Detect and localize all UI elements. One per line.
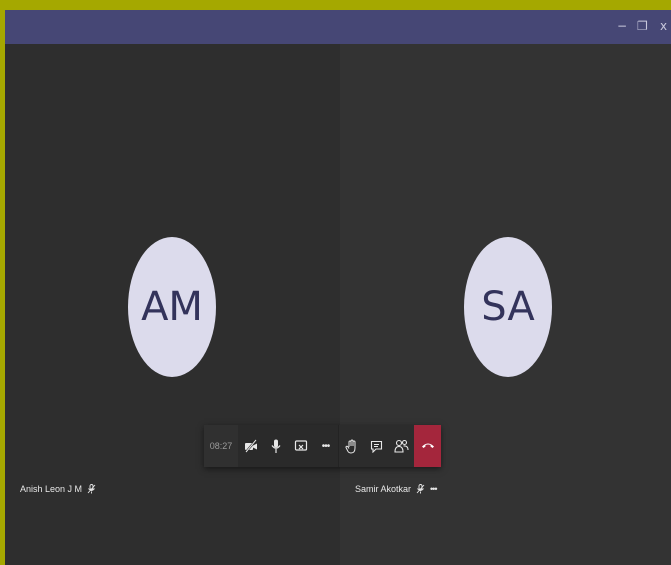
participant-name: Anish Leon J M	[20, 484, 83, 494]
participant-name-label: Anish Leon J M	[20, 484, 96, 494]
participants-button[interactable]	[389, 425, 414, 467]
close-button[interactable]: x	[660, 18, 667, 34]
share-screen-button[interactable]	[288, 425, 313, 467]
stop-sharing-icon	[294, 439, 308, 453]
meeting-window: − ❐ x AM Anish Leon J M SA Samir Akotkar	[5, 10, 671, 565]
raise-hand-icon	[345, 438, 358, 454]
camera-toggle-button[interactable]	[238, 425, 263, 467]
chat-icon	[370, 440, 383, 453]
raise-hand-button[interactable]	[339, 425, 364, 467]
avatar: AM	[128, 237, 216, 377]
call-controls-left: 08:27 •••	[204, 425, 338, 467]
participant-more-options-button[interactable]: •••	[430, 484, 438, 494]
camera-off-icon	[244, 439, 258, 453]
participants-icon	[394, 439, 409, 453]
mic-off-icon	[87, 484, 96, 494]
title-bar: − ❐ x	[5, 10, 671, 44]
microphone-icon	[270, 439, 282, 454]
minimize-button[interactable]: −	[617, 18, 627, 34]
call-duration: 08:27	[204, 425, 238, 467]
avatar: SA	[464, 237, 552, 377]
participant-tile-left: AM Anish Leon J M	[5, 44, 340, 565]
hang-up-icon	[421, 437, 435, 455]
hang-up-button[interactable]	[414, 425, 441, 467]
microphone-toggle-button[interactable]	[263, 425, 288, 467]
participant-name-label: Samir Akotkar •••	[355, 484, 438, 494]
call-controls-toolbar: 08:27 •••	[204, 425, 441, 467]
call-controls-right	[338, 425, 441, 467]
participant-name: Samir Akotkar	[355, 484, 412, 494]
mic-off-icon	[416, 484, 425, 494]
more-actions-button[interactable]: •••	[313, 425, 338, 467]
participant-tile-right: SA Samir Akotkar •••	[340, 44, 671, 565]
chat-button[interactable]	[364, 425, 389, 467]
restore-button[interactable]: ❐	[637, 18, 648, 34]
